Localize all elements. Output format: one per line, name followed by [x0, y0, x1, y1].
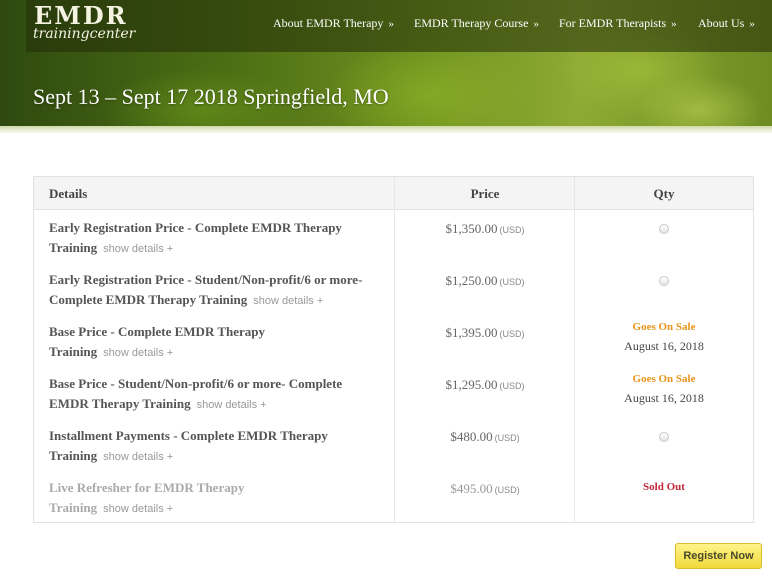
ticket-qty-radio[interactable]: [659, 224, 669, 234]
show-details-link[interactable]: show details +: [197, 399, 267, 411]
ticket-name: Installment Payments - Complete EMDR The…: [49, 428, 328, 463]
nav-for-emdr-therapists[interactable]: For EMDR Therapists »: [559, 16, 677, 31]
ticket-qty-radio[interactable]: [659, 432, 669, 442]
currency-code: (USD): [494, 433, 520, 443]
ticket-qty: Goes On Sale August 16, 2018: [575, 373, 753, 406]
chevron-right-icon: »: [533, 18, 539, 30]
show-details-link[interactable]: show details +: [103, 503, 173, 515]
ticket-qty: [575, 429, 753, 447]
ticket-details: Live Refresher for EMDR Therapy Training…: [49, 478, 269, 519]
chevron-right-icon: »: [749, 18, 755, 30]
price-amount: $480.00: [450, 429, 493, 444]
ticket-selector-table: Details Price Qty Early Registration Pri…: [33, 176, 754, 523]
nav-label: EMDR Therapy Course: [414, 16, 529, 30]
ticket-details: Early Registration Price - Student/Non-p…: [49, 270, 384, 311]
ticket-details: Base Price - Complete EMDR Therapy Train…: [49, 322, 299, 363]
price-amount: $1,395.00: [445, 325, 498, 340]
ticket-qty-radio[interactable]: [659, 276, 669, 286]
show-details-link[interactable]: show details +: [253, 295, 323, 307]
currency-code: (USD): [499, 381, 525, 391]
ticket-price: $1,250.00 (USD): [395, 273, 575, 289]
ticket-details: Installment Payments - Complete EMDR The…: [49, 426, 384, 467]
ticket-row: Base Price - Student/Non-profit/6 or mor…: [34, 367, 753, 419]
show-details-link[interactable]: show details +: [103, 243, 173, 255]
nav-label: About EMDR Therapy: [273, 16, 384, 30]
goes-on-sale-label: Goes On Sale: [632, 321, 696, 333]
nav-about-emdr-therapy[interactable]: About EMDR Therapy »: [273, 16, 394, 31]
show-details-link[interactable]: show details +: [103, 347, 173, 359]
ticket-row: Installment Payments - Complete EMDR The…: [34, 419, 753, 471]
ticket-price: $1,395.00 (USD): [395, 325, 575, 341]
show-details-link[interactable]: show details +: [103, 451, 173, 463]
ticket-row: Early Registration Price - Student/Non-p…: [34, 263, 753, 315]
ticket-qty: Sold Out: [575, 481, 753, 493]
price-amount: $495.00: [450, 481, 493, 496]
ticket-name: Early Registration Price - Complete EMDR…: [49, 220, 342, 255]
currency-code: (USD): [494, 485, 520, 495]
ticket-price: $1,295.00 (USD): [395, 377, 575, 393]
page-title: Sept 13 – Sept 17 2018 Springfield, MO: [33, 84, 389, 109]
ticket-row: Live Refresher for EMDR Therapy Training…: [34, 471, 753, 523]
register-now-button[interactable]: Register Now: [675, 543, 762, 569]
nav-label: For EMDR Therapists: [559, 16, 667, 30]
nav-about-us[interactable]: About Us »: [698, 16, 755, 31]
currency-code: (USD): [499, 329, 525, 339]
ticket-details: Early Registration Price - Complete EMDR…: [49, 218, 384, 259]
price-amount: $1,295.00: [445, 377, 498, 392]
chevron-right-icon: »: [388, 18, 394, 30]
ticket-price: $495.00 (USD): [395, 481, 575, 497]
ticket-price: $480.00 (USD): [395, 429, 575, 445]
ticket-details: Base Price - Student/Non-profit/6 or mor…: [49, 374, 384, 415]
goes-on-sale-label: Goes On Sale: [632, 373, 696, 385]
sale-date: August 16, 2018: [624, 391, 704, 405]
column-header-price: Price: [470, 186, 500, 201]
column-header-qty: Qty: [653, 186, 675, 201]
ticket-qty: [575, 273, 753, 291]
currency-code: (USD): [499, 277, 525, 287]
ticket-qty: Goes On Sale August 16, 2018: [575, 321, 753, 354]
ticket-row: Early Registration Price - Complete EMDR…: [34, 211, 753, 263]
sale-date: August 16, 2018: [624, 339, 704, 353]
nav-emdr-therapy-course[interactable]: EMDR Therapy Course »: [414, 16, 539, 31]
banner-divider: [0, 126, 772, 133]
ticket-price: $1,350.00 (USD): [395, 221, 575, 237]
currency-code: (USD): [499, 225, 525, 235]
main-nav: About EMDR Therapy » EMDR Therapy Course »…: [0, 16, 772, 34]
ticket-qty: [575, 221, 753, 239]
ticket-name: Base Price - Student/Non-profit/6 or mor…: [49, 376, 343, 411]
ticket-row: Base Price - Complete EMDR Therapy Train…: [34, 315, 753, 367]
sold-out-label: Sold Out: [643, 481, 685, 493]
chevron-right-icon: »: [671, 18, 677, 30]
column-header-details: Details: [49, 186, 88, 201]
nav-label: About Us: [698, 16, 745, 30]
price-amount: $1,350.00: [445, 221, 498, 236]
price-amount: $1,250.00: [445, 273, 498, 288]
